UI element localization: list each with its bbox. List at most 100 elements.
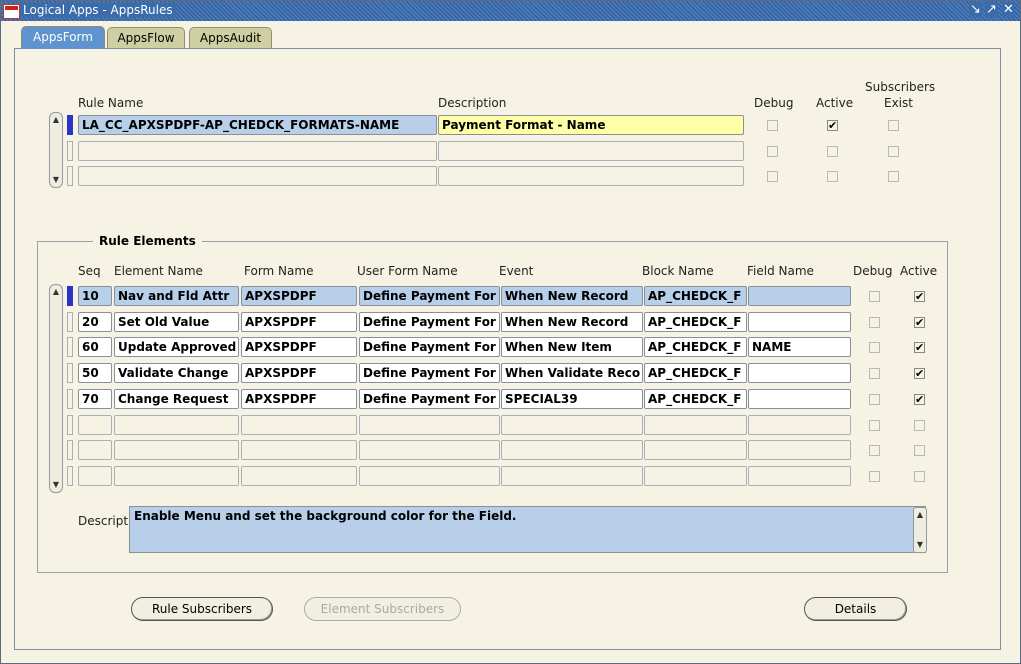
field-name-field[interactable]: [748, 312, 851, 332]
block-name-field[interactable]: AP_CHEDCK_F: [644, 337, 747, 357]
element-debug-checkbox[interactable]: [869, 394, 880, 405]
element-debug-checkbox[interactable]: [869, 368, 880, 379]
element-debug-checkbox[interactable]: [869, 317, 880, 328]
user-form-name-field[interactable]: Define Payment For: [359, 312, 500, 332]
rule-subscribers-exist-checkbox[interactable]: [888, 171, 899, 182]
element-debug-checkbox[interactable]: [869, 420, 880, 431]
seq-field[interactable]: [78, 466, 112, 486]
form-name-field[interactable]: APXSPDPF: [241, 389, 357, 409]
rules-scrollbar[interactable]: ▲ ▼: [49, 112, 63, 188]
rule-name-field[interactable]: [78, 166, 437, 186]
block-name-field[interactable]: [644, 466, 747, 486]
rule-subscribers-exist-checkbox[interactable]: [888, 120, 899, 131]
element-name-field[interactable]: Set Old Value: [114, 312, 239, 332]
user-form-name-field[interactable]: Define Payment For: [359, 363, 500, 383]
rule-active-checkbox[interactable]: [827, 171, 838, 182]
seq-field[interactable]: 10: [78, 286, 112, 306]
rule-subscribers-button[interactable]: Rule Subscribers: [131, 597, 273, 621]
event-field[interactable]: When Validate Reco: [501, 363, 643, 383]
rule-active-checkbox[interactable]: ✔: [827, 120, 838, 131]
record-indicator[interactable]: [67, 115, 73, 135]
rule-name-field[interactable]: LA_CC_APXSPDPF-AP_CHEDCK_FORMATS-NAME: [78, 115, 437, 135]
rule-description-field[interactable]: [438, 141, 744, 161]
arrow-down-icon[interactable]: ▼: [50, 478, 62, 492]
seq-field[interactable]: 60: [78, 337, 112, 357]
form-name-field[interactable]: [241, 440, 357, 460]
record-indicator[interactable]: [67, 466, 73, 486]
element-active-checkbox[interactable]: [914, 471, 925, 482]
element-name-field[interactable]: [114, 415, 239, 435]
description-scrollbar[interactable]: ▲ ▼: [913, 507, 927, 553]
form-name-field[interactable]: APXSPDPF: [241, 312, 357, 332]
element-debug-checkbox[interactable]: [869, 445, 880, 456]
record-indicator[interactable]: [67, 166, 73, 186]
rule-debug-checkbox[interactable]: [767, 146, 778, 157]
element-debug-checkbox[interactable]: [869, 342, 880, 353]
form-name-field[interactable]: APXSPDPF: [241, 337, 357, 357]
rule-active-checkbox[interactable]: [827, 146, 838, 157]
seq-field[interactable]: 20: [78, 312, 112, 332]
elements-scrollbar[interactable]: ▲ ▼: [49, 284, 63, 493]
field-name-field[interactable]: [748, 389, 851, 409]
block-name-field[interactable]: AP_CHEDCK_F: [644, 286, 747, 306]
record-indicator[interactable]: [67, 141, 73, 161]
element-debug-checkbox[interactable]: [869, 291, 880, 302]
element-name-field[interactable]: Nav and Fld Attr: [114, 286, 239, 306]
user-form-name-field[interactable]: Define Payment For: [359, 337, 500, 357]
element-debug-checkbox[interactable]: [869, 471, 880, 482]
seq-field[interactable]: [78, 440, 112, 460]
element-active-checkbox[interactable]: [914, 420, 925, 431]
record-indicator[interactable]: [67, 337, 73, 357]
user-form-name-field[interactable]: [359, 440, 500, 460]
block-name-field[interactable]: AP_CHEDCK_F: [644, 312, 747, 332]
details-button[interactable]: Details: [804, 597, 907, 621]
arrow-up-icon[interactable]: ▲: [914, 508, 926, 522]
rule-name-field[interactable]: [78, 141, 437, 161]
block-name-field[interactable]: [644, 440, 747, 460]
seq-field[interactable]: 70: [78, 389, 112, 409]
title-bar[interactable]: Logical Apps - AppsRules ↘ ↗ ✕: [1, 1, 1020, 21]
element-name-field[interactable]: [114, 466, 239, 486]
event-field[interactable]: When New Item: [501, 337, 643, 357]
user-form-name-field[interactable]: Define Payment For: [359, 389, 500, 409]
minimize-icon[interactable]: ↘: [969, 2, 982, 17]
field-name-field[interactable]: [748, 440, 851, 460]
field-name-field[interactable]: [748, 286, 851, 306]
rule-description-field[interactable]: Payment Format - Name: [438, 115, 744, 135]
maximize-icon[interactable]: ↗: [985, 2, 998, 17]
element-subscribers-button[interactable]: Element Subscribers: [304, 597, 461, 621]
form-name-field[interactable]: [241, 466, 357, 486]
form-name-field[interactable]: APXSPDPF: [241, 286, 357, 306]
user-form-name-field[interactable]: [359, 466, 500, 486]
rule-debug-checkbox[interactable]: [767, 120, 778, 131]
user-form-name-field[interactable]: [359, 415, 500, 435]
element-description-field[interactable]: Enable Menu and set the background color…: [129, 506, 926, 553]
user-form-name-field[interactable]: Define Payment For: [359, 286, 500, 306]
seq-field[interactable]: [78, 415, 112, 435]
close-icon[interactable]: ✕: [1002, 2, 1015, 17]
record-indicator[interactable]: [67, 363, 73, 383]
rule-debug-checkbox[interactable]: [767, 171, 778, 182]
element-active-checkbox[interactable]: ✔: [914, 317, 925, 328]
form-name-field[interactable]: [241, 415, 357, 435]
element-name-field[interactable]: [114, 440, 239, 460]
record-indicator[interactable]: [67, 389, 73, 409]
arrow-down-icon[interactable]: ▼: [914, 538, 926, 552]
block-name-field[interactable]: [644, 415, 747, 435]
element-name-field[interactable]: Change Request: [114, 389, 239, 409]
field-name-field[interactable]: NAME: [748, 337, 851, 357]
field-name-field[interactable]: [748, 415, 851, 435]
event-field[interactable]: When New Record: [501, 312, 643, 332]
field-name-field[interactable]: [748, 363, 851, 383]
event-field[interactable]: SPECIAL39: [501, 389, 643, 409]
form-name-field[interactable]: APXSPDPF: [241, 363, 357, 383]
record-indicator[interactable]: [67, 286, 73, 306]
field-name-field[interactable]: [748, 466, 851, 486]
event-field[interactable]: [501, 440, 643, 460]
rule-description-field[interactable]: [438, 166, 744, 186]
arrow-down-icon[interactable]: ▼: [50, 173, 62, 187]
element-name-field[interactable]: Update Approved: [114, 337, 239, 357]
element-active-checkbox[interactable]: ✔: [914, 368, 925, 379]
event-field[interactable]: [501, 466, 643, 486]
rule-subscribers-exist-checkbox[interactable]: [888, 146, 899, 157]
